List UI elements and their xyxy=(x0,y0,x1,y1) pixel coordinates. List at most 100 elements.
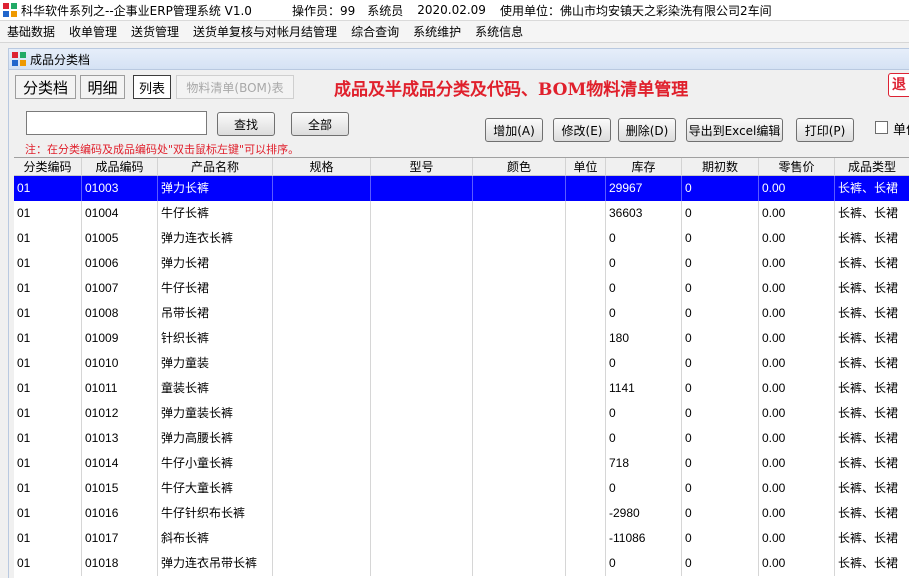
cell-color[interactable] xyxy=(473,326,566,351)
price-checkbox[interactable] xyxy=(875,121,888,134)
cell-retail-price[interactable]: 0.00 xyxy=(759,476,835,501)
cell-unit[interactable] xyxy=(566,301,606,326)
cell-product-name[interactable]: 牛仔小童长裤 xyxy=(158,451,273,476)
cell-model[interactable] xyxy=(371,376,473,401)
cell-model[interactable] xyxy=(371,551,473,576)
menu-basic-data[interactable]: 基础数据 xyxy=(0,23,62,40)
cell-retail-price[interactable]: 0.00 xyxy=(759,176,835,201)
table-row[interactable]: 01 01011 童装长裤 1141 0 0.00 长裤、长裙 xyxy=(14,376,909,401)
cell-color[interactable] xyxy=(473,251,566,276)
menu-order-management[interactable]: 收单管理 xyxy=(62,23,124,40)
cell-model[interactable] xyxy=(371,476,473,501)
cell-category-code[interactable]: 01 xyxy=(14,251,82,276)
cell-product-name[interactable]: 针织长裤 xyxy=(158,326,273,351)
cell-spec[interactable] xyxy=(273,401,371,426)
cell-product-code[interactable]: 01016 xyxy=(82,501,158,526)
cell-product-name[interactable]: 牛仔针织布长裤 xyxy=(158,501,273,526)
cell-retail-price[interactable]: 0.00 xyxy=(759,501,835,526)
table-row[interactable]: 01 01012 弹力童装长裤 0 0 0.00 长裤、长裙 xyxy=(14,401,909,426)
cell-spec[interactable] xyxy=(273,176,371,201)
table-row[interactable]: 01 01014 牛仔小童长裤 718 0 0.00 长裤、长裙 xyxy=(14,451,909,476)
table-row[interactable]: 01 01016 牛仔针织布长裤 -2980 0 0.00 长裤、长裙 xyxy=(14,501,909,526)
column-header-stock[interactable]: 库存 xyxy=(606,158,682,176)
cell-model[interactable] xyxy=(371,226,473,251)
cell-category-code[interactable]: 01 xyxy=(14,451,82,476)
column-header-product-name[interactable]: 产品名称 xyxy=(158,158,273,176)
table-row[interactable]: 01 01010 弹力童装 0 0 0.00 长裤、长裙 xyxy=(14,351,909,376)
cell-color[interactable] xyxy=(473,451,566,476)
cell-product-type[interactable]: 长裤、长裙 xyxy=(835,226,909,251)
menu-query[interactable]: 综合查询 xyxy=(344,23,406,40)
cell-product-type[interactable]: 长裤、长裙 xyxy=(835,376,909,401)
cell-stock[interactable]: 0 xyxy=(606,401,682,426)
cell-product-type[interactable]: 长裤、长裙 xyxy=(835,401,909,426)
cell-category-code[interactable]: 01 xyxy=(14,301,82,326)
cell-product-type[interactable]: 长裤、长裙 xyxy=(835,351,909,376)
cell-opening[interactable]: 0 xyxy=(682,226,759,251)
cell-stock[interactable]: -2980 xyxy=(606,501,682,526)
cell-retail-price[interactable]: 0.00 xyxy=(759,276,835,301)
cell-model[interactable] xyxy=(371,176,473,201)
delete-button[interactable]: 删除(D) xyxy=(618,118,676,142)
cell-product-name[interactable]: 弹力连衣吊带长裤 xyxy=(158,551,273,576)
tab-detail[interactable]: 明细 xyxy=(80,75,125,99)
cell-product-name[interactable]: 弹力高腰长裤 xyxy=(158,426,273,451)
cell-model[interactable] xyxy=(371,251,473,276)
menu-system-maintenance[interactable]: 系统维护 xyxy=(406,23,468,40)
cell-stock[interactable]: 718 xyxy=(606,451,682,476)
table-row[interactable]: 01 01005 弹力连衣长裤 0 0 0.00 长裤、长裙 xyxy=(14,226,909,251)
cell-model[interactable] xyxy=(371,526,473,551)
cell-unit[interactable] xyxy=(566,376,606,401)
cell-product-name[interactable]: 弹力童装长裤 xyxy=(158,401,273,426)
cell-opening[interactable]: 0 xyxy=(682,376,759,401)
tab-category[interactable]: 分类档 xyxy=(15,75,76,99)
table-row[interactable]: 01 01018 弹力连衣吊带长裤 0 0 0.00 长裤、长裙 xyxy=(14,551,909,576)
cell-product-name[interactable]: 童装长裤 xyxy=(158,376,273,401)
table-row[interactable]: 01 01009 针织长裤 180 0 0.00 长裤、长裙 xyxy=(14,326,909,351)
search-input[interactable] xyxy=(26,111,207,135)
cell-color[interactable] xyxy=(473,351,566,376)
cell-spec[interactable] xyxy=(273,351,371,376)
cell-unit[interactable] xyxy=(566,201,606,226)
cell-product-type[interactable]: 长裤、长裙 xyxy=(835,476,909,501)
cell-retail-price[interactable]: 0.00 xyxy=(759,226,835,251)
cell-product-code[interactable]: 01005 xyxy=(82,226,158,251)
column-header-category-code[interactable]: 分类编码 xyxy=(14,158,82,176)
cell-opening[interactable]: 0 xyxy=(682,451,759,476)
cell-category-code[interactable]: 01 xyxy=(14,551,82,576)
cell-product-code[interactable]: 01011 xyxy=(82,376,158,401)
cell-model[interactable] xyxy=(371,451,473,476)
cell-stock[interactable]: 0 xyxy=(606,476,682,501)
export-excel-button[interactable]: 导出到Excel编辑 xyxy=(686,118,783,142)
cell-unit[interactable] xyxy=(566,476,606,501)
table-row[interactable]: 01 01006 弹力长裙 0 0 0.00 长裤、长裙 xyxy=(14,251,909,276)
tab-list[interactable]: 列表 xyxy=(133,75,171,99)
cell-stock[interactable]: 36603 xyxy=(606,201,682,226)
cell-color[interactable] xyxy=(473,476,566,501)
cell-product-type[interactable]: 长裤、长裙 xyxy=(835,276,909,301)
cell-stock[interactable]: 0 xyxy=(606,226,682,251)
cell-retail-price[interactable]: 0.00 xyxy=(759,401,835,426)
column-header-product-type[interactable]: 成品类型 xyxy=(835,158,909,176)
column-header-retail-price[interactable]: 零售价 xyxy=(759,158,835,176)
column-header-model[interactable]: 型号 xyxy=(371,158,473,176)
cell-product-code[interactable]: 01007 xyxy=(82,276,158,301)
cell-retail-price[interactable]: 0.00 xyxy=(759,301,835,326)
cell-opening[interactable]: 0 xyxy=(682,551,759,576)
all-button[interactable]: 全部 xyxy=(291,112,349,136)
table-row[interactable]: 01 01015 牛仔大童长裤 0 0 0.00 长裤、长裙 xyxy=(14,476,909,501)
cell-unit[interactable] xyxy=(566,276,606,301)
table-row[interactable]: 01 01004 牛仔长裤 36603 0 0.00 长裤、长裙 xyxy=(14,201,909,226)
menu-system-info[interactable]: 系统信息 xyxy=(468,23,530,40)
table-row[interactable]: 01 01007 牛仔长裙 0 0 0.00 长裤、长裙 xyxy=(14,276,909,301)
cell-opening[interactable]: 0 xyxy=(682,251,759,276)
cell-unit[interactable] xyxy=(566,426,606,451)
cell-retail-price[interactable]: 0.00 xyxy=(759,376,835,401)
add-button[interactable]: 增加(A) xyxy=(485,118,543,142)
cell-product-code[interactable]: 01009 xyxy=(82,326,158,351)
cell-product-type[interactable]: 长裤、长裙 xyxy=(835,501,909,526)
cell-stock[interactable]: 0 xyxy=(606,251,682,276)
cell-product-code[interactable]: 01008 xyxy=(82,301,158,326)
cell-product-type[interactable]: 长裤、长裙 xyxy=(835,451,909,476)
cell-product-name[interactable]: 弹力连衣长裤 xyxy=(158,226,273,251)
